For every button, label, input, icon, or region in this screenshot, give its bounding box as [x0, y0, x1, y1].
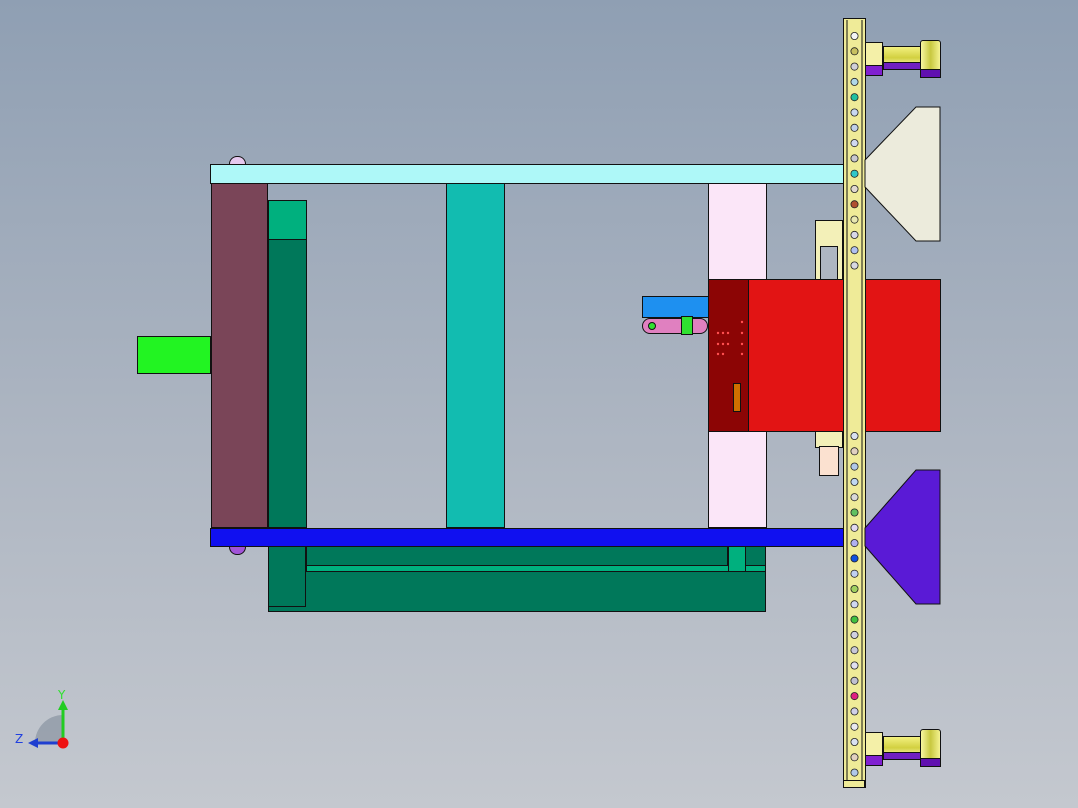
teal-support-column — [446, 183, 505, 528]
triad-graphic — [28, 700, 69, 749]
rail-hole — [850, 554, 859, 563]
orientation-triad: Y Z — [14, 686, 78, 750]
top-clamp-underside — [883, 62, 923, 70]
link-arm-green-clip — [681, 316, 693, 335]
rail-hole — [850, 493, 859, 502]
rail-hole — [850, 93, 859, 102]
lower-peach-block — [819, 446, 839, 476]
top-clamp-block — [865, 42, 883, 66]
rail-hole — [850, 169, 859, 178]
rail-hole — [850, 47, 859, 56]
rail-hole — [850, 123, 859, 132]
y-axis-label: Y — [58, 688, 66, 702]
rail-hole — [850, 200, 859, 209]
rail-hole — [850, 447, 859, 456]
rail-hole — [850, 676, 859, 685]
rail-hole — [850, 738, 859, 747]
rail-hole — [850, 431, 859, 440]
left-green-plate — [268, 200, 307, 528]
link-arm-pivot — [648, 322, 656, 330]
rail-hole — [850, 722, 859, 731]
rail-hole — [850, 108, 859, 117]
left-green-plate-top — [268, 200, 307, 240]
cad-viewport[interactable]: Y Z — [0, 0, 1078, 808]
lower-hopper — [864, 469, 941, 605]
upper-hopper — [864, 106, 941, 242]
rail-hole — [850, 768, 859, 777]
rail-hole — [850, 246, 859, 255]
rail-hole — [850, 630, 859, 639]
z-axis-label: Z — [15, 732, 24, 746]
rail-hole — [850, 569, 859, 578]
rail-hole — [850, 707, 859, 716]
rail-hole — [850, 600, 859, 609]
red-block-dots — [716, 320, 744, 356]
rail-hole — [850, 462, 859, 471]
rail-hole — [850, 646, 859, 655]
rail-hole — [850, 477, 859, 486]
blue-tab — [642, 296, 709, 318]
rail-hole — [850, 77, 859, 86]
rail-hole — [850, 523, 859, 532]
top-clamp-cap-base — [920, 69, 941, 78]
rail-hole — [850, 661, 859, 670]
rail-hole — [850, 539, 859, 548]
rail-hole — [850, 62, 859, 71]
lower-green-strip — [306, 546, 728, 566]
bottom-clamp-block — [865, 732, 883, 756]
rail-hole — [850, 215, 859, 224]
bottom-crossbar — [210, 528, 865, 547]
bottom-clamp-cap-base — [920, 758, 941, 767]
rail-hole — [850, 154, 859, 163]
lower-green-plate-left — [268, 545, 306, 607]
rail-hole — [850, 139, 859, 148]
orange-slot — [733, 383, 741, 412]
x-axis-dot — [57, 737, 69, 749]
rail-hole — [850, 261, 859, 270]
rail-hole — [850, 184, 859, 193]
rail-hole — [850, 508, 859, 517]
left-mould-plate — [211, 183, 268, 528]
nozzle-block — [137, 336, 211, 374]
bottom-clamp-underside — [883, 752, 923, 760]
rail-hole — [850, 615, 859, 624]
lower-green-light-block — [728, 546, 746, 572]
rail-hole — [850, 230, 859, 239]
rail-foot — [843, 780, 865, 788]
rail-hole — [850, 692, 859, 701]
z-axis-arrowhead — [28, 738, 38, 748]
rail-hole — [850, 753, 859, 762]
upper-cream-bracket-slot — [820, 246, 838, 282]
rail-hole — [850, 585, 859, 594]
rail-hole — [850, 31, 859, 40]
top-crossbar — [210, 164, 865, 184]
lower-green-light-strip — [306, 565, 766, 572]
